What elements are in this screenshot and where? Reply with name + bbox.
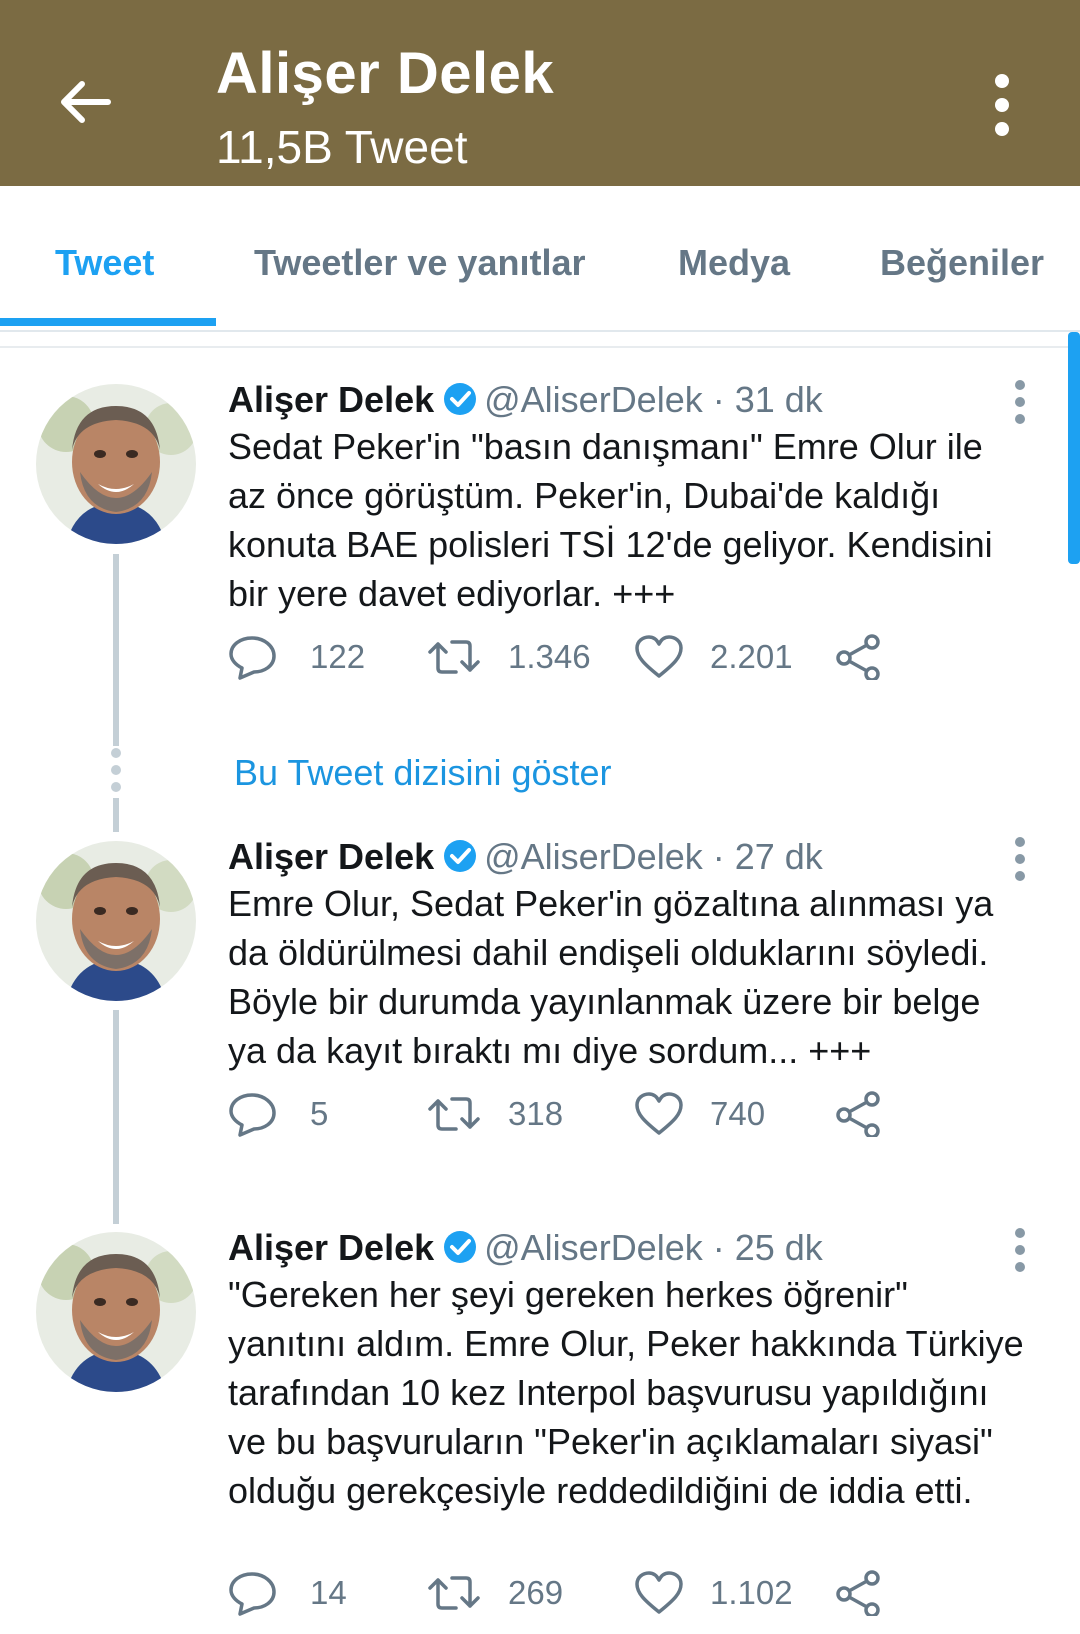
share-icon	[836, 634, 880, 680]
back-button[interactable]	[52, 70, 116, 134]
tweet-text: Sedat Peker'in "basın danışmanı" Emre Ol…	[228, 426, 993, 614]
retweet-button[interactable]: 269	[426, 1562, 606, 1622]
author-handle: @AliserDelek	[484, 379, 703, 420]
avatar[interactable]	[36, 841, 196, 1001]
show-thread-link[interactable]: Bu Tweet dizisini göster	[234, 752, 612, 794]
heart-icon	[635, 1571, 683, 1614]
profile-name-title: Alişer Delek	[216, 41, 555, 106]
heart-icon	[635, 1092, 683, 1135]
reply-button[interactable]: 5	[228, 1083, 368, 1143]
author-name[interactable]: Alişer Delek	[228, 379, 434, 420]
like-count: 2.201	[710, 638, 793, 675]
author-name[interactable]: Alişer Delek	[228, 836, 434, 877]
share-icon	[836, 1091, 880, 1137]
retweet-button[interactable]: 318	[426, 1083, 606, 1143]
share-button[interactable]	[834, 1083, 884, 1143]
tweet-more-icon[interactable]	[1010, 837, 1030, 881]
scrollbar[interactable]	[1068, 332, 1080, 564]
retweet-button[interactable]: 1.346	[426, 626, 606, 686]
retweet-count: 318	[508, 1095, 564, 1132]
active-tab-indicator	[0, 318, 216, 326]
retweet-icon	[428, 1097, 480, 1131]
profile-tabs: Tweet Tweetler ve yanıtlar Medya Beğenil…	[0, 186, 1080, 332]
author-handle: @AliserDelek	[484, 836, 703, 877]
reply-icon	[229, 1093, 276, 1137]
tab-tweets-and-replies[interactable]: Tweetler ve yanıtlar	[254, 242, 586, 284]
tweet-more-icon[interactable]	[1010, 380, 1030, 424]
arrow-left-icon	[61, 81, 111, 123]
avatar[interactable]	[36, 1232, 196, 1392]
tweet-text: Emre Olur, Sedat Peker'in gözaltına alın…	[228, 883, 994, 1071]
retweet-count: 269	[508, 1574, 564, 1611]
tweet-actions: 122 1.346 2.201	[228, 626, 928, 686]
avatar-image	[36, 841, 196, 1001]
thread-connector	[113, 1010, 119, 1224]
heart-icon	[635, 635, 683, 678]
like-count: 1.102	[710, 1574, 793, 1611]
share-button[interactable]	[834, 1562, 884, 1622]
more-vertical-icon[interactable]	[980, 70, 1024, 140]
reply-count: 122	[310, 638, 366, 675]
tweet-count: 11,5B Tweet	[216, 121, 468, 173]
tweet-more-icon[interactable]	[1010, 1228, 1030, 1272]
tweet-header: Alişer Delek @AliserDelek · 31 dk	[228, 378, 823, 422]
reply-count: 5	[310, 1095, 329, 1132]
tweet-text: "Gereken her şeyi gereken herkes öğrenir…	[228, 1274, 1024, 1511]
share-button[interactable]	[834, 626, 884, 686]
like-count: 740	[710, 1095, 766, 1132]
reply-button[interactable]: 14	[228, 1562, 368, 1622]
tweet-time: · 27 dk	[712, 836, 823, 877]
retweet-icon	[428, 1576, 480, 1610]
share-icon	[836, 1570, 880, 1616]
verified-badge-icon	[444, 1231, 477, 1263]
tweet-time: · 25 dk	[712, 1227, 823, 1268]
tab-media[interactable]: Medya	[678, 242, 790, 284]
tweet-actions: 5 318 740	[228, 1083, 928, 1143]
avatar[interactable]	[36, 384, 196, 544]
like-button[interactable]: 1.102	[634, 1562, 804, 1622]
retweet-count: 1.346	[508, 638, 591, 675]
divider	[0, 346, 1080, 348]
profile-header: Alişer Delek 11,5B Tweet	[0, 0, 1080, 186]
retweet-icon	[428, 640, 480, 674]
tweet-actions: 14 269 1.102	[228, 1562, 928, 1622]
like-button[interactable]: 740	[634, 1083, 804, 1143]
verified-badge-icon	[444, 840, 477, 872]
reply-icon	[229, 1572, 276, 1616]
reply-icon	[229, 636, 276, 680]
avatar-image	[36, 384, 196, 544]
verified-badge-icon	[444, 383, 477, 415]
tweet-header: Alişer Delek @AliserDelek · 27 dk	[228, 835, 823, 879]
thread-connector	[113, 554, 119, 746]
reply-button[interactable]: 122	[228, 626, 368, 686]
author-handle: @AliserDelek	[484, 1227, 703, 1268]
thread-connector	[113, 798, 119, 832]
tweet-time: · 31 dk	[712, 379, 823, 420]
like-button[interactable]: 2.201	[634, 626, 804, 686]
tab-tweets[interactable]: Tweet	[55, 242, 154, 284]
thread-ellipsis	[109, 748, 123, 792]
avatar-image	[36, 1232, 196, 1392]
tab-likes[interactable]: Beğeniler	[880, 242, 1044, 284]
tweet-header: Alişer Delek @AliserDelek · 25 dk	[228, 1226, 823, 1270]
reply-count: 14	[310, 1574, 347, 1611]
author-name[interactable]: Alişer Delek	[228, 1227, 434, 1268]
